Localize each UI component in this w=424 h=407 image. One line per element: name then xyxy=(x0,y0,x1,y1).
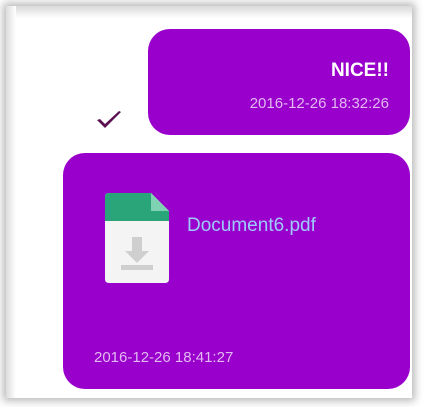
chat-panel: NICE!! 2016-12-26 18:32:26 Document6.pdf… xyxy=(6,6,412,398)
message-bubble-file: Document6.pdf 2016-12-26 18:41:27 xyxy=(63,153,410,389)
message-timestamp: 2016-12-26 18:41:27 xyxy=(94,349,234,366)
panel-shadow-left xyxy=(6,6,16,398)
file-name-link[interactable]: Document6.pdf xyxy=(187,215,316,237)
message-timestamp: 2016-12-26 18:32:26 xyxy=(249,95,389,112)
message-bubble-sent: NICE!! 2016-12-26 18:32:26 xyxy=(148,29,410,135)
document-download-icon[interactable] xyxy=(105,193,169,283)
message-text: NICE!! xyxy=(330,60,389,81)
checkmark-icon xyxy=(97,111,121,128)
panel-shadow-top xyxy=(6,6,412,18)
